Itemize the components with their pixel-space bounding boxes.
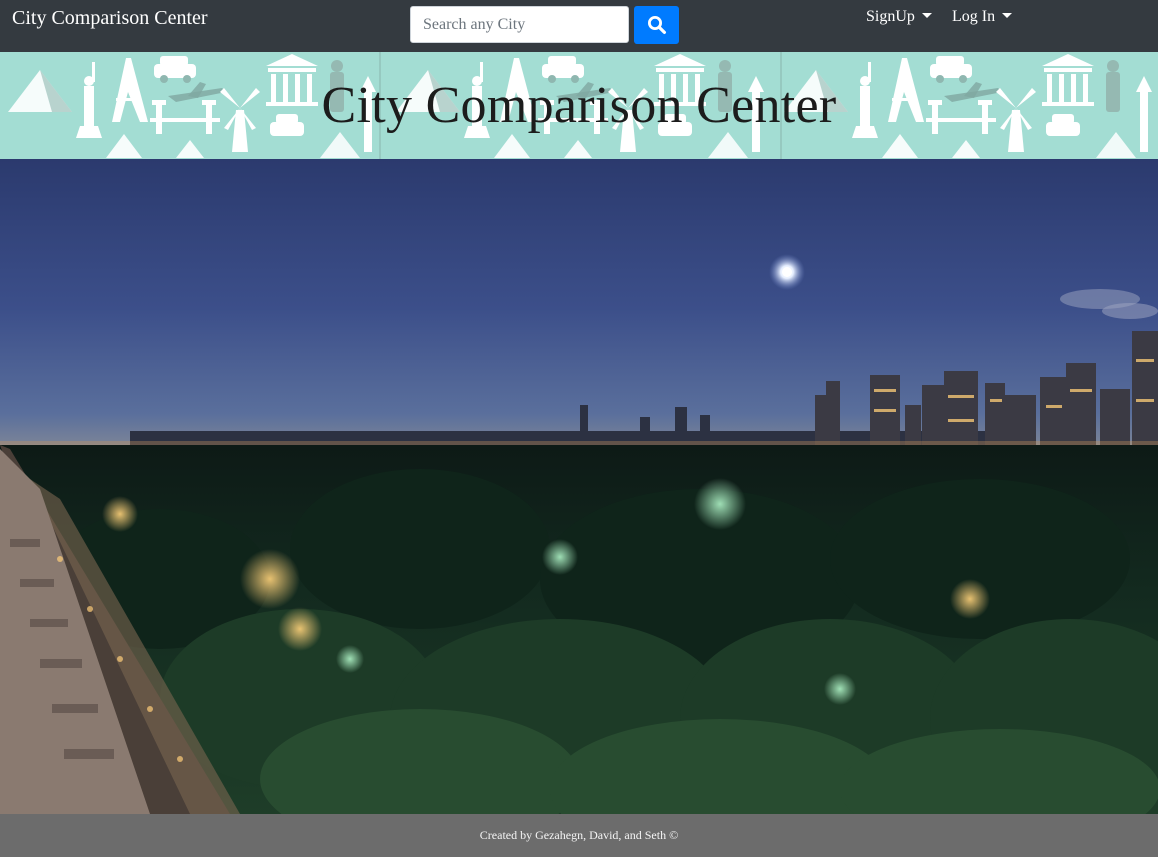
search-button[interactable] bbox=[634, 6, 679, 44]
login-dropdown[interactable]: Log In bbox=[952, 7, 1013, 27]
brand-link[interactable]: City Comparison Center bbox=[12, 6, 208, 30]
banner-title: City Comparison Center bbox=[321, 77, 837, 134]
title-banner: City Comparison Center bbox=[0, 52, 1158, 159]
footer-credits: Created by Gezahegn, David, and Seth © bbox=[479, 828, 679, 842]
signup-dropdown[interactable]: SignUp bbox=[866, 7, 932, 27]
hero-image bbox=[0, 159, 1158, 814]
city-search-input[interactable] bbox=[410, 6, 629, 43]
signup-label: SignUp bbox=[866, 8, 915, 25]
caret-down-icon bbox=[1002, 13, 1013, 18]
page-footer: Created by Gezahegn, David, and Seth © bbox=[0, 814, 1158, 857]
caret-down-icon bbox=[921, 13, 932, 18]
search-icon bbox=[647, 16, 666, 34]
night-city-skyline-over-park-photo bbox=[0, 159, 1158, 814]
top-navbar: City Comparison Center SignUp Log In bbox=[0, 0, 1158, 52]
login-label: Log In bbox=[952, 8, 996, 25]
